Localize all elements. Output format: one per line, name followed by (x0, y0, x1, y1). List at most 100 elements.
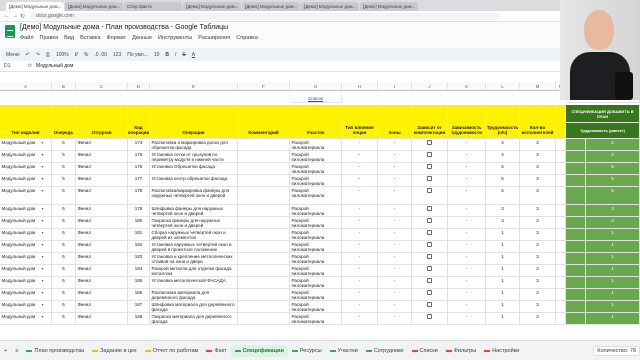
cell-labor[interactable]: 1 (486, 289, 520, 301)
url-field[interactable]: docs.google.com (30, 13, 500, 20)
cell-depend[interactable] (412, 139, 448, 151)
cell-labor[interactable]: 4 (486, 139, 520, 151)
cell-code[interactable]: 181 (128, 229, 150, 241)
cell-labordep[interactable]: - (448, 265, 486, 277)
dropdown-icon[interactable]: ▾ (40, 139, 50, 151)
cell-typeimpact[interactable]: - (342, 187, 378, 205)
cell-depend[interactable] (412, 217, 448, 229)
redo-icon[interactable]: ↷ (36, 52, 40, 58)
cell-queue[interactable]: 5 (52, 253, 76, 265)
cell-typeimpact[interactable]: - (342, 289, 378, 301)
cell-depend[interactable] (412, 241, 448, 253)
column-header[interactable]: C (76, 82, 128, 91)
cell-shipment[interactable]: Финал (76, 277, 128, 289)
cell-shipment[interactable]: Финал (76, 229, 128, 241)
checkbox[interactable] (427, 152, 432, 157)
dropdown-icon[interactable]: ▾ (40, 163, 50, 175)
cell-comment[interactable] (238, 217, 290, 229)
cell-labor[interactable]: 1 (486, 277, 520, 289)
cell-code[interactable]: 177 (128, 175, 150, 187)
cell-labordep[interactable]: - (448, 241, 486, 253)
checkbox[interactable] (427, 164, 432, 169)
cell-depend[interactable] (412, 175, 448, 187)
dropdown-icon[interactable]: ▾ (40, 151, 50, 163)
cell-operation[interactable]: Распиловка материала для деревянного фас… (150, 289, 238, 301)
cell-area[interactable]: Раскрой пиломатериала (290, 301, 342, 313)
cell-spec-flag[interactable] (566, 205, 586, 217)
cell-operation[interactable]: Сборка наружных четвертей окон и дверей … (150, 229, 238, 241)
cell-operation[interactable]: Покраска фанеры для наружных четвертей о… (150, 217, 238, 229)
checkbox[interactable] (427, 302, 432, 307)
cell-code[interactable]: 174 (128, 139, 150, 151)
column-header[interactable]: M (520, 82, 556, 91)
cell-spec-flag[interactable] (566, 277, 586, 289)
cell-zones[interactable]: - (378, 265, 412, 277)
column-header[interactable]: I (378, 82, 412, 91)
menu-item[interactable]: Правка (40, 35, 59, 41)
cell-depend[interactable] (412, 253, 448, 265)
browser-tab[interactable]: Сбор факта (124, 2, 182, 11)
checkbox[interactable] (427, 206, 432, 211)
cell-labordep[interactable]: - (448, 187, 486, 205)
cell-workers[interactable]: 3 (520, 277, 556, 289)
font-select[interactable]: По умо... (127, 52, 148, 58)
cell-operation[interactable]: Установка металлической ФАСАДА (150, 277, 238, 289)
cell-spec-flag[interactable] (566, 229, 586, 241)
cell-depend[interactable] (412, 265, 448, 277)
cell-workers[interactable]: 3 (520, 229, 556, 241)
cell-labordep[interactable]: - (448, 163, 486, 175)
cell-comment[interactable] (238, 187, 290, 205)
cell-code[interactable]: 183 (128, 253, 150, 265)
cell-spec-flag[interactable] (566, 175, 586, 187)
cell-spec-labor[interactable]: 1 (586, 253, 640, 265)
cell-spec-labor[interactable]: 3 (586, 205, 640, 217)
cell-labor[interactable]: 3 (486, 217, 520, 229)
cell-labor[interactable]: 1 (486, 253, 520, 265)
cell-depend[interactable] (412, 163, 448, 175)
cell-workers[interactable]: 3 (520, 175, 556, 187)
cell-depend[interactable] (412, 151, 448, 163)
cell-shipment[interactable]: Финал (76, 289, 128, 301)
cell-shipment[interactable]: Финал (76, 151, 128, 163)
browser-tab[interactable]: [Демо] Модульные дом... (301, 2, 359, 11)
cell-comment[interactable] (238, 265, 290, 277)
cell-labor[interactable]: 5 (486, 187, 520, 205)
cell-code[interactable]: 182 (128, 241, 150, 253)
cell-area[interactable]: Раскрой пиломатериала (290, 313, 342, 325)
cell-labor[interactable]: 1 (486, 301, 520, 313)
cell-comment[interactable] (238, 289, 290, 301)
cell-labor[interactable]: 3 (486, 205, 520, 217)
cell-workers[interactable]: 3 (520, 289, 556, 301)
cell-queue[interactable]: 5 (52, 265, 76, 277)
dropdown-icon[interactable]: ▾ (40, 265, 50, 277)
cell-depend[interactable] (412, 277, 448, 289)
cell-labordep[interactable]: - (448, 217, 486, 229)
cell-queue[interactable]: 5 (52, 139, 76, 151)
menu-item[interactable]: Вид (64, 35, 74, 41)
cell-zones[interactable]: - (378, 313, 412, 325)
italic-icon[interactable]: I (175, 52, 176, 58)
cell-operation[interactable]: Установка Обрешетки фасада (150, 163, 238, 175)
cell-shipment[interactable]: Финал (76, 265, 128, 277)
cell-shipment[interactable]: Финал (76, 313, 128, 325)
cell-labordep[interactable]: - (448, 229, 486, 241)
browser-tab[interactable]: [Демо] Модульные дом... (360, 2, 418, 11)
cell-operation[interactable]: Установка и крепление металлических отли… (150, 253, 238, 265)
cell-operation[interactable]: Установка сетки от грызунов по периметру… (150, 151, 238, 163)
cell-typeimpact[interactable]: - (342, 313, 378, 325)
cell-area[interactable]: Раскрой пиломатериала (290, 289, 342, 301)
checkbox[interactable] (427, 278, 432, 283)
cell-area[interactable]: Раскрой пиломатериала (290, 151, 342, 163)
cell-queue[interactable]: 5 (52, 205, 76, 217)
checkbox[interactable] (427, 242, 432, 247)
back-icon[interactable]: ← (4, 13, 10, 19)
cell-spec-flag[interactable] (566, 265, 586, 277)
cell-code[interactable]: 184 (128, 265, 150, 277)
cell-labor[interactable]: 1 (486, 229, 520, 241)
cell-spec-labor[interactable]: 1 (586, 313, 640, 325)
number-format-button[interactable]: 123 (113, 52, 121, 58)
cell-operation[interactable]: Раскрой металла для отделки фасада метал… (150, 265, 238, 277)
column-header[interactable]: B (52, 82, 76, 91)
cell-area[interactable]: Раскрой пиломатериала (290, 253, 342, 265)
cell-queue[interactable]: 5 (52, 229, 76, 241)
